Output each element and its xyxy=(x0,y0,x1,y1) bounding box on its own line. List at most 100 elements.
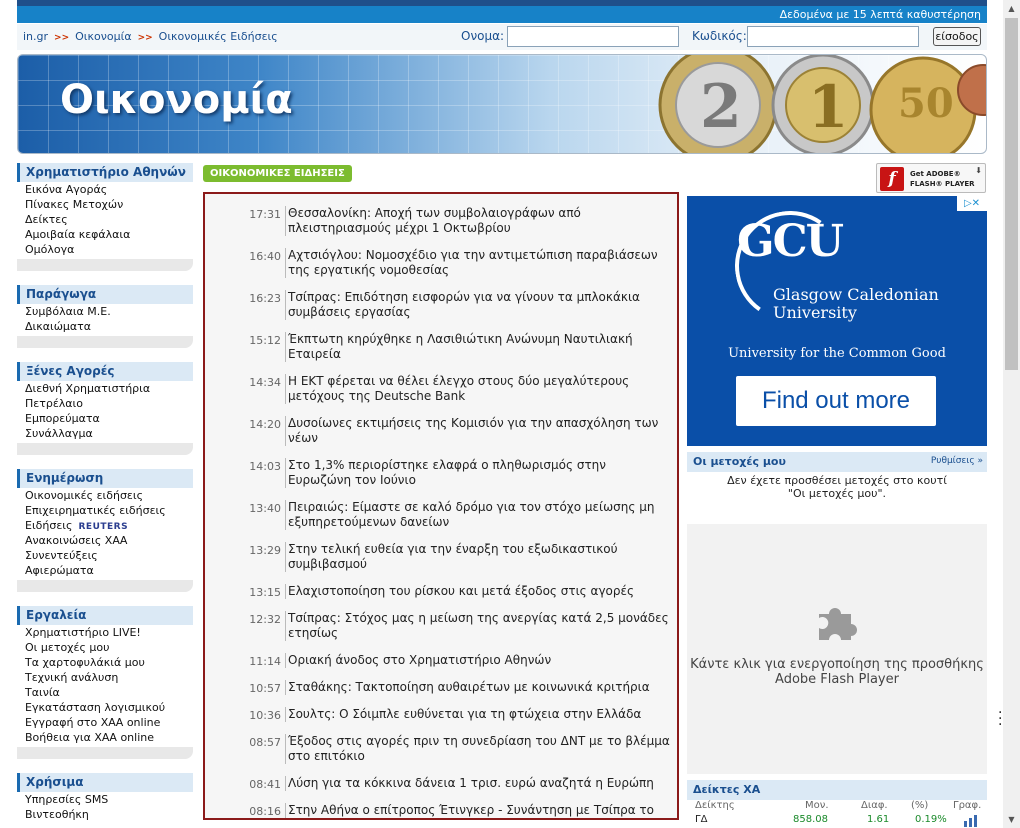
plugin-puzzle-icon xyxy=(819,608,857,640)
sidebar-item-technical-analysis[interactable]: Τεχνική ανάλυση xyxy=(17,670,193,685)
sidebar-item-video[interactable]: Βιντεοθήκη xyxy=(17,807,193,822)
more-options-icon[interactable]: · · · xyxy=(998,706,1002,732)
ad-brand: GCU xyxy=(737,216,844,267)
sidebar: Χρηματιστήριο Αθηνών Εικόνα Αγοράς Πίνακ… xyxy=(17,163,193,828)
sidebar-item-mutual-funds[interactable]: Αμοιβαία κεφάλαια xyxy=(17,227,193,242)
page-scrollbar[interactable]: ▲ ▼ xyxy=(1003,0,1020,828)
news-title-link[interactable]: Οριακή άνοδος στο Χρηματιστήριο Αθηνών xyxy=(285,653,671,668)
my-stocks-settings-link[interactable]: Ρυθμίσεις » xyxy=(931,456,983,466)
sidebar-item-world-exchanges[interactable]: Διεθνή Χρηματιστήρια xyxy=(17,381,193,396)
breadcrumb-news-link[interactable]: Οικονομικές Ειδήσεις xyxy=(159,30,278,43)
sidebar-group-footer xyxy=(17,443,193,455)
sidebar-item-sms[interactable]: Υπηρεσίες SMS xyxy=(17,792,193,807)
news-time: 10:57 xyxy=(249,682,281,695)
sidebar-group-derivatives: Παράγωγα Συμβόλαια Μ.Ε. Δικαιώματα xyxy=(17,285,193,348)
sidebar-item-live[interactable]: Χρηματιστήριο LIVE! xyxy=(17,625,193,640)
news-time: 08:57 xyxy=(249,736,281,749)
username-label: Ονομα: xyxy=(461,29,505,43)
sidebar-item-features[interactable]: Αφιερώματα xyxy=(17,563,193,578)
adchoices-close-icon[interactable]: ▷✕ xyxy=(957,196,987,211)
news-title-link[interactable]: Πειραιώς: Είμαστε σε καλό δρόμο για τον … xyxy=(285,500,671,530)
sidebar-item-reuters-news[interactable]: Ειδήσεις REUTERS xyxy=(17,518,193,533)
sidebar-group-news: Ενημέρωση Οικονομικές ειδήσεις Επιχειρημ… xyxy=(17,469,193,592)
news-title-link[interactable]: Σταθάκης: Τακτοποίηση αυθαιρέτων με κοιν… xyxy=(285,680,671,695)
delay-notice: Δεδομένα με 15 λεπτά καθυστέρηση xyxy=(17,6,987,23)
sidebar-group-footer xyxy=(17,259,193,271)
sidebar-heading[interactable]: Χρήσιμα xyxy=(17,773,193,792)
sidebar-item-ticker[interactable]: Ταινία xyxy=(17,685,193,700)
news-title-link[interactable]: Η ΕΚΤ φέρεται να θέλει έλεγχο στους δύο … xyxy=(285,374,671,404)
my-stocks-header: Οι μετοχές μου Ρυθμίσεις » xyxy=(687,452,987,472)
news-title-link[interactable]: Στην τελική ευθεία για την έναρξη του εξ… xyxy=(285,542,671,572)
news-title-link[interactable]: Σουλτς: Ο Σόιμπλε ευθύνεται για τη φτώχε… xyxy=(285,707,671,722)
nav-row: in.gr >> Οικονομία >> Οικονομικές Ειδήσεις Ο… xyxy=(17,24,987,50)
news-title-link[interactable]: Έξοδος στις αγορές πριν τη συνεδρίαση το… xyxy=(285,734,671,764)
my-stocks-title: Οι μετοχές μου xyxy=(693,455,786,468)
sidebar-item-oil[interactable]: Πετρέλαιο xyxy=(17,396,193,411)
index-percent: 0.19% xyxy=(915,814,947,825)
breadcrumb: in.gr >> Οικονομία >> Οικονομικές Ειδήσεις xyxy=(23,30,278,43)
news-title-link[interactable]: Τσίπρας: Επιδότηση εισφορών για να γίνου… xyxy=(285,290,671,320)
news-title-link[interactable]: Δυσοίωνες εκτιμήσεις της Κομισιόν για τη… xyxy=(285,416,671,446)
sidebar-item-stock-tables[interactable]: Πίνακες Μετοχών xyxy=(17,197,193,212)
news-time: 14:03 xyxy=(249,460,281,473)
news-list: 17:31 Θεσσαλονίκη: Αποχή των συμβολαιογρά… xyxy=(203,192,679,820)
sidebar-item-announcements[interactable]: Ανακοινώσεις ΧΑΑ xyxy=(17,533,193,548)
news-title-link[interactable]: Λύση για τα κόκκινα δάνεια 1 τρισ. ευρώ … xyxy=(285,776,671,791)
sidebar-heading[interactable]: Εργαλεία xyxy=(17,606,193,625)
news-title-link[interactable]: Έκπτωτη κηρύχθηκε η Λασιθιώτικη Ανώνυμη … xyxy=(285,332,671,362)
index-change: 1.61 xyxy=(867,814,890,825)
news-time: 11:14 xyxy=(249,655,281,668)
sidebar-item-portfolios[interactable]: Τα χαρτοφυλάκιά μου xyxy=(17,655,193,670)
sidebar-heading[interactable]: Παράγωγα xyxy=(17,285,193,304)
news-title-link[interactable]: Ελαχιστοποίηση του ρίσκου και μετά έξοδο… xyxy=(285,584,671,599)
sidebar-item-interviews[interactable]: Συνεντεύξεις xyxy=(17,548,193,563)
sidebar-item-futures[interactable]: Συμβόλαια Μ.Ε. xyxy=(17,304,193,319)
get-flash-player-badge[interactable]: f Get ADOBE® FLASH® PLAYER ⬇ xyxy=(876,163,986,193)
sidebar-item-software-install[interactable]: Εγκατάσταση λογισμικού xyxy=(17,700,193,715)
login-button[interactable]: είσοδος xyxy=(933,27,981,46)
news-title-link[interactable]: Θεσσαλονίκη: Αποχή των συμβολαιογράφων α… xyxy=(285,206,671,236)
sidebar-item-currency[interactable]: Συνάλλαγμα xyxy=(17,426,193,441)
news-time: 16:23 xyxy=(249,292,281,305)
indices-title: Δείκτες ΧΑ xyxy=(693,783,761,796)
news-title-link[interactable]: Τσίπρας: Στόχος μας η μείωση της ανεργία… xyxy=(285,611,671,641)
section-tag: ΟΙΚΟΝΟΜΙΚΕΣ ΕΙΔΗΣΕΙΣ xyxy=(203,165,352,182)
flash-plugin-placeholder[interactable]: Κάντε κλικ για ενεργοποίηση της προσθήκη… xyxy=(687,524,987,774)
sidebar-item-bonds[interactable]: Ομόλογα xyxy=(17,242,193,257)
banner-title: Οικονομία xyxy=(60,77,293,123)
sidebar-heading[interactable]: Χρηματιστήριο Αθηνών xyxy=(17,163,193,182)
sidebar-item-commodities[interactable]: Εμπορεύματα xyxy=(17,411,193,426)
news-title-link[interactable]: Στο 1,3% περιορίστηκε ελαφρά ο πληθωρισμ… xyxy=(285,458,671,488)
news-title-link[interactable]: Στην Αθήνα ο επίτροπος Έτινγκερ - Συνάντ… xyxy=(285,803,671,818)
sidebar-item-market-overview[interactable]: Εικόνα Αγοράς xyxy=(17,182,193,197)
sidebar-heading[interactable]: Ενημέρωση xyxy=(17,469,193,488)
sidebar-item-help[interactable]: Βοήθεια για ΧΑΑ online xyxy=(17,730,193,745)
news-time: 16:40 xyxy=(249,250,281,263)
breadcrumb-home-link[interactable]: in.gr xyxy=(23,30,48,43)
find-out-more-button[interactable]: Find out more xyxy=(736,376,936,426)
breadcrumb-economy-link[interactable]: Οικονομία xyxy=(75,30,131,43)
sidebar-heading[interactable]: Ξένες Αγορές xyxy=(17,362,193,381)
gcu-advertisement[interactable]: ▷✕ GCU Glasgow Caledonian University Univ… xyxy=(687,196,987,446)
password-label: Κωδικός: xyxy=(692,29,747,43)
sidebar-group-athens-exchange: Χρηματιστήριο Αθηνών Εικόνα Αγοράς Πίνακ… xyxy=(17,163,193,271)
sidebar-item-business-news[interactable]: Επιχειρηματικές ειδήσεις xyxy=(17,503,193,518)
bar-chart-icon[interactable] xyxy=(963,815,981,827)
column-header: (%) xyxy=(911,800,929,811)
sidebar-item-economic-news[interactable]: Οικονομικές ειδήσεις xyxy=(17,488,193,503)
sidebar-group-foreign-markets: Ξένες Αγορές Διεθνή Χρηματιστήρια Πετρέλ… xyxy=(17,362,193,455)
sidebar-item-register[interactable]: Εγγραφή στο ΧΑΑ online xyxy=(17,715,193,730)
username-input[interactable] xyxy=(507,26,679,47)
sidebar-item-options[interactable]: Δικαιώματα xyxy=(17,319,193,334)
password-input[interactable] xyxy=(747,26,919,47)
news-time: 13:40 xyxy=(249,502,281,515)
scroll-down-icon[interactable]: ▼ xyxy=(1003,811,1020,828)
news-title-link[interactable]: Αχτσιόγλου: Νομοσχέδιο για την αντιμετώπ… xyxy=(285,248,671,278)
scroll-up-icon[interactable]: ▲ xyxy=(1003,0,1020,17)
scroll-thumb[interactable] xyxy=(1005,18,1018,370)
sidebar-item-indices[interactable]: Δείκτες xyxy=(17,212,193,227)
news-time: 13:29 xyxy=(249,544,281,557)
table-row[interactable]: ΓΔ 858.08 1.61 0.19% xyxy=(687,814,987,828)
sidebar-item-my-stocks[interactable]: Οι μετοχές μου xyxy=(17,640,193,655)
